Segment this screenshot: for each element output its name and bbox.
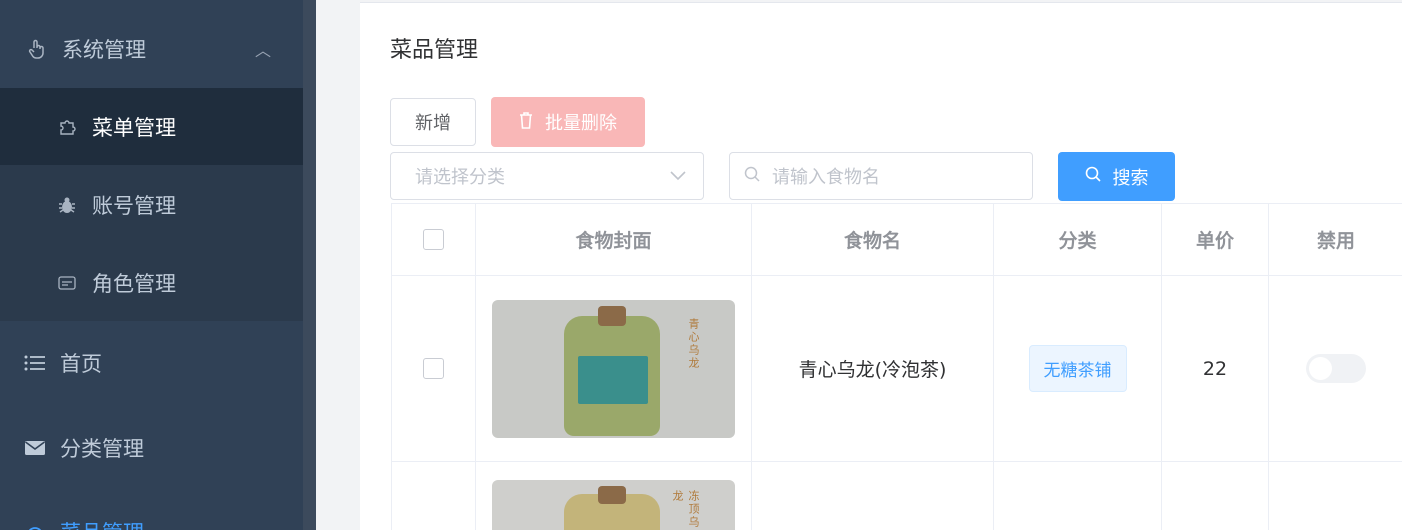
- food-name-cell: [752, 462, 994, 530]
- sidebar-item-label: 首页: [60, 352, 102, 376]
- price-cell: 22: [1162, 276, 1269, 462]
- sidebar-item-role[interactable]: 角色管理: [0, 245, 303, 321]
- search-icon: [1085, 166, 1101, 187]
- sidebar-item-label: 账号管理: [92, 194, 176, 218]
- sidebar-item-dish[interactable]: 菜品管理: [0, 512, 303, 530]
- sidebar-item-label: 系统管理: [62, 38, 146, 62]
- search-button-label: 搜索: [1112, 167, 1149, 189]
- sidebar-item-label: 角色管理: [92, 272, 176, 296]
- sidebar-item-menu[interactable]: 菜单管理: [0, 88, 303, 165]
- sidebar-item-category[interactable]: 分类管理: [0, 409, 303, 487]
- column-header-disabled: 禁用: [1269, 204, 1402, 276]
- sidebar-item-account[interactable]: 账号管理: [0, 165, 303, 245]
- dish-table: 食物封面 食物名 分类 单价 禁用 青心乌龙 青心乌龙(冷泡茶) 无糖茶铺 22…: [391, 203, 1402, 530]
- cover-cell: 冻顶乌龙: [476, 462, 752, 530]
- row-select-cell: [392, 276, 476, 462]
- bottle-graphic: [564, 305, 660, 436]
- disabled-cell: [1269, 462, 1402, 530]
- dish-icon: [24, 521, 46, 530]
- chevron-up-icon[interactable]: ︿: [255, 37, 271, 61]
- id-card-icon: [56, 272, 78, 294]
- search-icon: [744, 166, 760, 187]
- row-checkbox[interactable]: [423, 358, 444, 379]
- search-button[interactable]: 搜索: [1058, 152, 1175, 201]
- add-button[interactable]: 新增: [390, 98, 476, 146]
- trash-icon: [519, 111, 533, 134]
- sidebar-item-label: 分类管理: [60, 437, 144, 461]
- cover-cell: 青心乌龙: [476, 276, 752, 462]
- sidebar-item-label: 菜单管理: [92, 115, 176, 140]
- hand-pointer-icon: [26, 38, 48, 60]
- category-select[interactable]: 请选择分类: [390, 152, 704, 200]
- header-select-all: [392, 204, 476, 276]
- sidebar-item-system[interactable]: 系统管理 ︿: [0, 10, 303, 88]
- category-cell: [994, 462, 1162, 530]
- column-header-name: 食物名: [752, 204, 994, 276]
- sidebar-item-home[interactable]: 首页: [0, 324, 303, 402]
- content-gutter: [316, 0, 360, 530]
- envelope-icon: [24, 437, 46, 459]
- category-select-placeholder: 请选择分类: [415, 167, 505, 188]
- disabled-cell: [1269, 276, 1402, 462]
- search-input-placeholder: 请输入食物名: [772, 167, 880, 188]
- bottle-graphic: [564, 486, 660, 530]
- sidebar: 系统管理 ︿ 菜单管理 账号管理 角色管理 首页 分类管理: [0, 0, 303, 530]
- batch-delete-label: 批量删除: [545, 113, 617, 134]
- category-tag: 无糖茶铺: [1028, 345, 1127, 392]
- cover-brand-text: 青心乌龙: [687, 317, 700, 370]
- column-header-price: 单价: [1162, 204, 1269, 276]
- food-name-search-input[interactable]: 请输入食物名: [729, 152, 1033, 200]
- select-all-checkbox[interactable]: [423, 229, 444, 250]
- price-cell: [1162, 462, 1269, 530]
- category-cell: 无糖茶铺: [994, 276, 1162, 462]
- column-header-cover: 食物封面: [476, 204, 752, 276]
- food-name-cell: 青心乌龙(冷泡茶): [752, 276, 994, 462]
- batch-delete-button[interactable]: 批量删除: [491, 97, 645, 147]
- cover-brand-text: 冻顶乌龙: [671, 490, 700, 529]
- chevron-down-icon: [669, 165, 687, 189]
- page-title: 菜品管理: [390, 38, 479, 63]
- puzzle-icon: [56, 116, 78, 138]
- column-header-category: 分类: [994, 204, 1162, 276]
- list-icon: [24, 352, 46, 374]
- row-select-cell: [392, 462, 476, 530]
- sidebar-item-label: 菜品管理: [60, 517, 144, 530]
- bug-icon: [56, 194, 78, 216]
- food-cover-image: 冻顶乌龙: [492, 480, 735, 530]
- food-cover-image: 青心乌龙: [492, 299, 735, 438]
- disable-toggle[interactable]: [1306, 354, 1366, 383]
- sidebar-scroll-edge: [303, 0, 316, 530]
